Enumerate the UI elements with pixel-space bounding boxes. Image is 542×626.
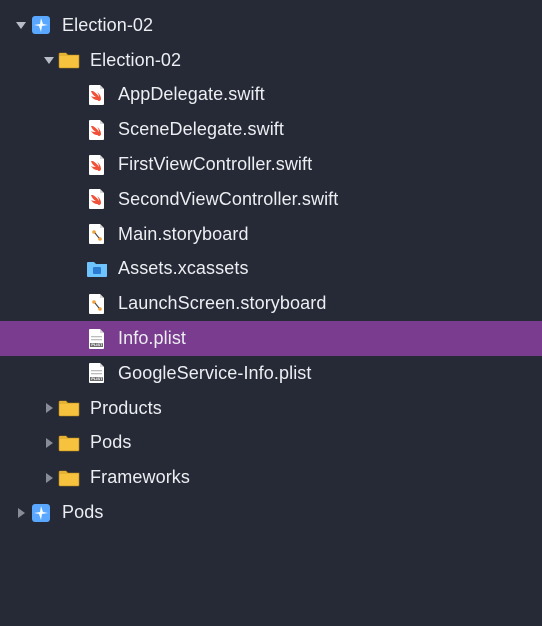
tree-row[interactable]: Assets.xcassets bbox=[0, 252, 542, 287]
plist-icon bbox=[86, 328, 108, 350]
assets-icon bbox=[86, 258, 108, 280]
xcodeproj-icon bbox=[30, 502, 52, 524]
swift-icon bbox=[86, 84, 108, 106]
storyboard-icon bbox=[86, 293, 108, 315]
swift-icon bbox=[86, 188, 108, 210]
tree-row[interactable]: SecondViewController.swift bbox=[0, 182, 542, 217]
tree-row-label: LaunchScreen.storyboard bbox=[118, 293, 326, 314]
tree-row[interactable]: Pods bbox=[0, 426, 542, 461]
tree-row-label: Election-02 bbox=[62, 15, 153, 36]
swift-icon bbox=[86, 154, 108, 176]
tree-row[interactable]: AppDelegate.swift bbox=[0, 78, 542, 113]
tree-row[interactable]: GoogleService-Info.plist bbox=[0, 356, 542, 391]
tree-row-label: Products bbox=[90, 398, 162, 419]
tree-row-label: Election-02 bbox=[90, 50, 181, 71]
tree-row-label: AppDelegate.swift bbox=[118, 84, 265, 105]
xcodeproj-icon bbox=[30, 14, 52, 36]
storyboard-icon bbox=[86, 223, 108, 245]
tree-row-label: SecondViewController.swift bbox=[118, 189, 338, 210]
disclosure-triangle-icon[interactable] bbox=[12, 506, 30, 520]
tree-row[interactable]: FirstViewController.swift bbox=[0, 147, 542, 182]
tree-row-label: Main.storyboard bbox=[118, 224, 249, 245]
tree-row-label: Pods bbox=[62, 502, 103, 523]
tree-row[interactable]: Election-02 bbox=[0, 8, 542, 43]
disclosure-triangle-icon[interactable] bbox=[40, 471, 58, 485]
folder-icon bbox=[58, 397, 80, 419]
tree-row[interactable]: Products bbox=[0, 391, 542, 426]
tree-row[interactable]: Election-02 bbox=[0, 43, 542, 78]
tree-row[interactable]: Main.storyboard bbox=[0, 217, 542, 252]
disclosure-triangle-icon[interactable] bbox=[40, 53, 58, 67]
tree-row[interactable]: Frameworks bbox=[0, 460, 542, 495]
tree-row-label: Info.plist bbox=[118, 328, 186, 349]
disclosure-triangle-icon[interactable] bbox=[40, 401, 58, 415]
disclosure-triangle-icon[interactable] bbox=[40, 436, 58, 450]
tree-row[interactable]: LaunchScreen.storyboard bbox=[0, 286, 542, 321]
tree-row-label: SceneDelegate.swift bbox=[118, 119, 284, 140]
tree-row[interactable]: Info.plist bbox=[0, 321, 542, 356]
tree-row[interactable]: Pods bbox=[0, 495, 542, 530]
swift-icon bbox=[86, 119, 108, 141]
disclosure-triangle-icon[interactable] bbox=[12, 18, 30, 32]
folder-icon bbox=[58, 49, 80, 71]
folder-icon bbox=[58, 432, 80, 454]
tree-row[interactable]: SceneDelegate.swift bbox=[0, 112, 542, 147]
tree-row-label: GoogleService-Info.plist bbox=[118, 363, 312, 384]
tree-row-label: FirstViewController.swift bbox=[118, 154, 312, 175]
tree-row-label: Assets.xcassets bbox=[118, 258, 249, 279]
tree-row-label: Pods bbox=[90, 432, 131, 453]
tree-row-label: Frameworks bbox=[90, 467, 190, 488]
project-navigator[interactable]: Election-02 Election-02 AppDelegate.swift S… bbox=[0, 8, 542, 530]
plist-icon bbox=[86, 362, 108, 384]
folder-icon bbox=[58, 467, 80, 489]
